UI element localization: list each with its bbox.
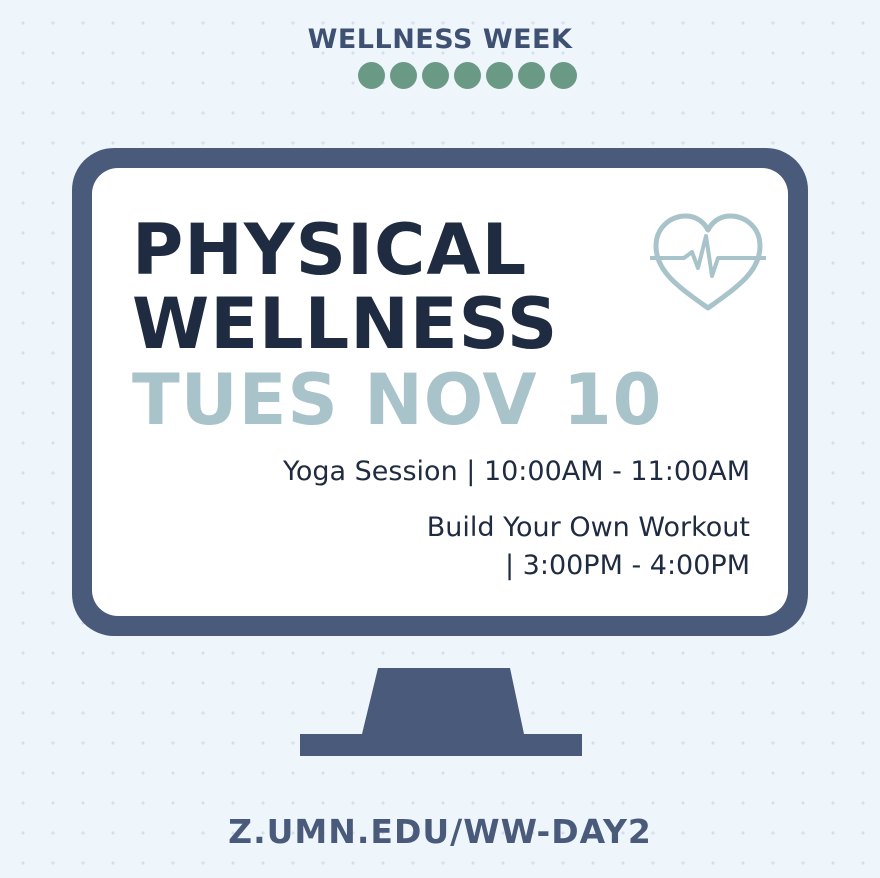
pills-icon [454, 62, 481, 89]
pill-icon [358, 62, 385, 89]
title-line-1: PHYSICAL [132, 209, 528, 291]
icon-row [358, 62, 577, 89]
first-aid-kit-icon [550, 62, 577, 89]
microscope-icon [486, 62, 513, 89]
flask-icon [422, 62, 449, 89]
event-date: TUES NOV 10 [132, 359, 663, 441]
microscope-alt-icon [518, 62, 545, 89]
title-line-2: WELLNESS [132, 283, 559, 365]
stethoscope-icon [390, 62, 417, 89]
event-workout-time: | 3:00PM - 4:00PM [504, 550, 750, 581]
event-yoga: Yoga Session | 10:00AM - 11:00AM [282, 456, 750, 487]
monitor-stand [300, 668, 582, 756]
event-url[interactable]: Z.UMN.EDU/WW-DAY2 [0, 812, 880, 851]
heart-rate-icon [650, 213, 766, 311]
event-series-title: WELLNESS WEEK [307, 24, 573, 55]
event-workout-title: Build Your Own Workout [426, 512, 750, 543]
